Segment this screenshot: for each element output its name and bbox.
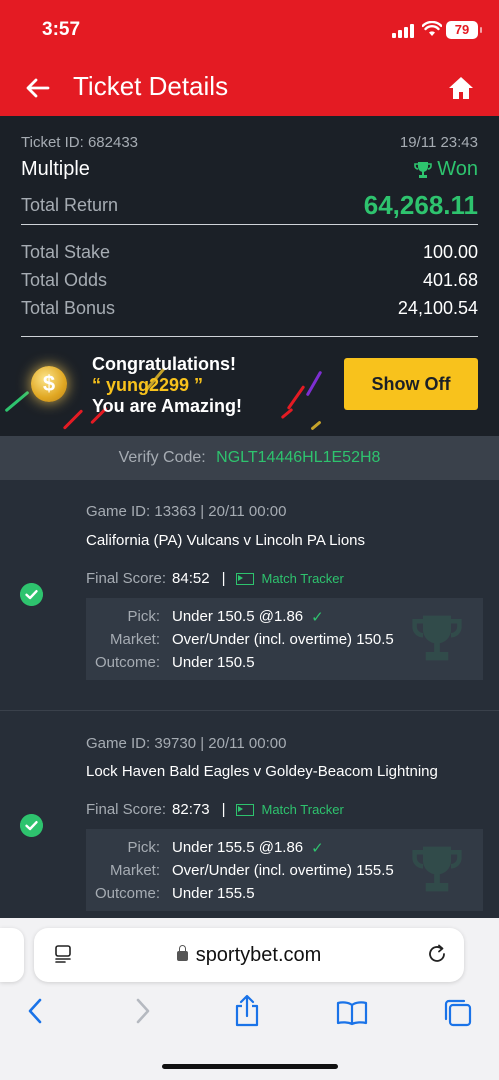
congrats-username: “ yung2299 ” <box>92 375 204 395</box>
confetti <box>305 370 323 397</box>
previous-tab-edge[interactable] <box>0 928 24 982</box>
home-indicator[interactable] <box>162 1064 338 1069</box>
final-score-row: Final Score: 84:52 | Match Tracker <box>86 570 344 587</box>
status-badge: Won <box>413 158 478 181</box>
market-value: Over/Under (incl. overtime) 150.5 <box>172 631 394 648</box>
trophy-watermark-icon <box>412 615 462 661</box>
divider <box>21 224 478 225</box>
trophy-icon <box>414 161 433 178</box>
congratulations-message: Congratulations! “ yung2299 ” You are Am… <box>92 354 242 417</box>
game-teams: Lock Haven Bald Eagles v Goldey-Beacom L… <box>86 763 438 780</box>
verify-code-bar: Verify Code: NGLT14446HL1E52H8 <box>0 436 499 480</box>
pick-value: Under 150.5 @1.86 <box>172 608 304 625</box>
back-arrow-icon[interactable] <box>24 74 52 102</box>
total-bonus-value: 24,100.54 <box>397 298 478 318</box>
trophy-watermark-icon <box>412 846 462 892</box>
confetti <box>280 407 294 420</box>
game-card: Game ID: 39730 | 20/11 00:00 Lock Haven … <box>0 711 499 918</box>
market-value: Over/Under (incl. overtime) 155.5 <box>172 862 394 879</box>
outcome-label: Outcome: <box>94 885 160 902</box>
final-score-label: Final Score: <box>86 801 167 818</box>
confetti <box>286 385 306 410</box>
pick-label: Pick: <box>127 608 160 625</box>
confetti <box>62 409 84 430</box>
coin-icon: $ <box>31 366 67 402</box>
bookmarks-icon[interactable] <box>336 1000 368 1026</box>
address-bar[interactable]: sportybet.com <box>34 928 464 982</box>
game-teams: California (PA) Vulcans v Lincoln PA Lio… <box>86 532 366 549</box>
confetti <box>310 420 322 431</box>
outcome-label: Outcome: <box>94 654 160 671</box>
cellular-signal-icon <box>392 24 418 38</box>
verify-code-value[interactable]: NGLT14446HL1E52H8 <box>216 449 380 466</box>
divider <box>21 336 478 337</box>
nav-forward-icon[interactable] <box>134 996 152 1026</box>
checkmark-icon: ✓ <box>311 840 324 857</box>
ticket-id: Ticket ID: 682433 <box>21 134 139 151</box>
game-id: Game ID: 13363 | 20/11 00:00 <box>86 503 287 520</box>
match-tracker-icon[interactable] <box>235 572 254 585</box>
home-icon[interactable] <box>447 74 475 102</box>
ticket-datetime: 19/11 23:43 <box>399 134 478 151</box>
market-label: Market: <box>109 631 160 648</box>
url-text: sportybet.com <box>195 944 322 966</box>
outcome-value: Under 155.5 <box>172 885 255 902</box>
market-label: Market: <box>109 862 160 879</box>
final-score-value: 84:52 <box>172 570 210 587</box>
total-bonus-label: Total Bonus <box>21 298 116 318</box>
game-id: Game ID: 39730 | 20/11 00:00 <box>86 735 287 752</box>
bet-type: Multiple <box>21 158 90 180</box>
check-circle-icon <box>20 583 43 606</box>
match-tracker-link[interactable]: Match Tracker <box>262 571 344 586</box>
check-circle-icon <box>20 814 43 837</box>
status-bar: 3:57 79 <box>0 0 499 58</box>
share-icon[interactable] <box>232 994 262 1028</box>
outcome-value: Under 150.5 <box>172 654 255 671</box>
checkmark-icon: ✓ <box>311 609 324 626</box>
congratulations-banner: $ Congratulations! “ yung2299 ” You are … <box>0 338 499 436</box>
pick-value: Under 155.5 @1.86 <box>172 839 304 856</box>
total-odds-value: 401.68 <box>422 270 478 290</box>
total-return-value: 64,268.11 <box>363 190 478 220</box>
match-tracker-icon[interactable] <box>235 803 254 816</box>
lock-icon <box>176 945 188 961</box>
battery-indicator: 79 <box>446 21 482 39</box>
congrats-line-1: Congratulations! <box>92 354 236 374</box>
pick-details: Pick: Under 150.5 @1.86 ✓ Market: Over/U… <box>86 598 483 680</box>
final-score-row: Final Score: 82:73 | Match Tracker <box>86 801 344 818</box>
confetti <box>4 390 30 413</box>
status-time: 3:57 <box>42 19 81 40</box>
total-stake-label: Total Stake <box>21 242 111 262</box>
reload-icon[interactable] <box>426 943 448 965</box>
total-return-label: Total Return <box>21 195 119 215</box>
final-score-value: 82:73 <box>172 801 210 818</box>
app-header: Ticket Details <box>0 58 499 116</box>
game-card: Game ID: 13363 | 20/11 00:00 California … <box>0 480 499 710</box>
status-text: Won <box>437 158 478 180</box>
verify-code-label: Verify Code: <box>118 449 206 466</box>
pick-label: Pick: <box>127 839 160 856</box>
match-tracker-link[interactable]: Match Tracker <box>262 802 344 817</box>
wifi-icon <box>422 21 442 36</box>
pick-details: Pick: Under 155.5 @1.86 ✓ Market: Over/U… <box>86 829 483 911</box>
total-stake-value: 100.00 <box>422 242 478 262</box>
nav-back-icon[interactable] <box>26 996 44 1026</box>
show-off-button[interactable]: Show Off <box>344 358 478 410</box>
congrats-line-3: You are Amazing! <box>92 396 243 416</box>
final-score-label: Final Score: <box>86 570 167 587</box>
page-title: Ticket Details <box>73 71 229 101</box>
tabs-icon[interactable] <box>442 997 474 1029</box>
total-odds-label: Total Odds <box>21 270 108 290</box>
